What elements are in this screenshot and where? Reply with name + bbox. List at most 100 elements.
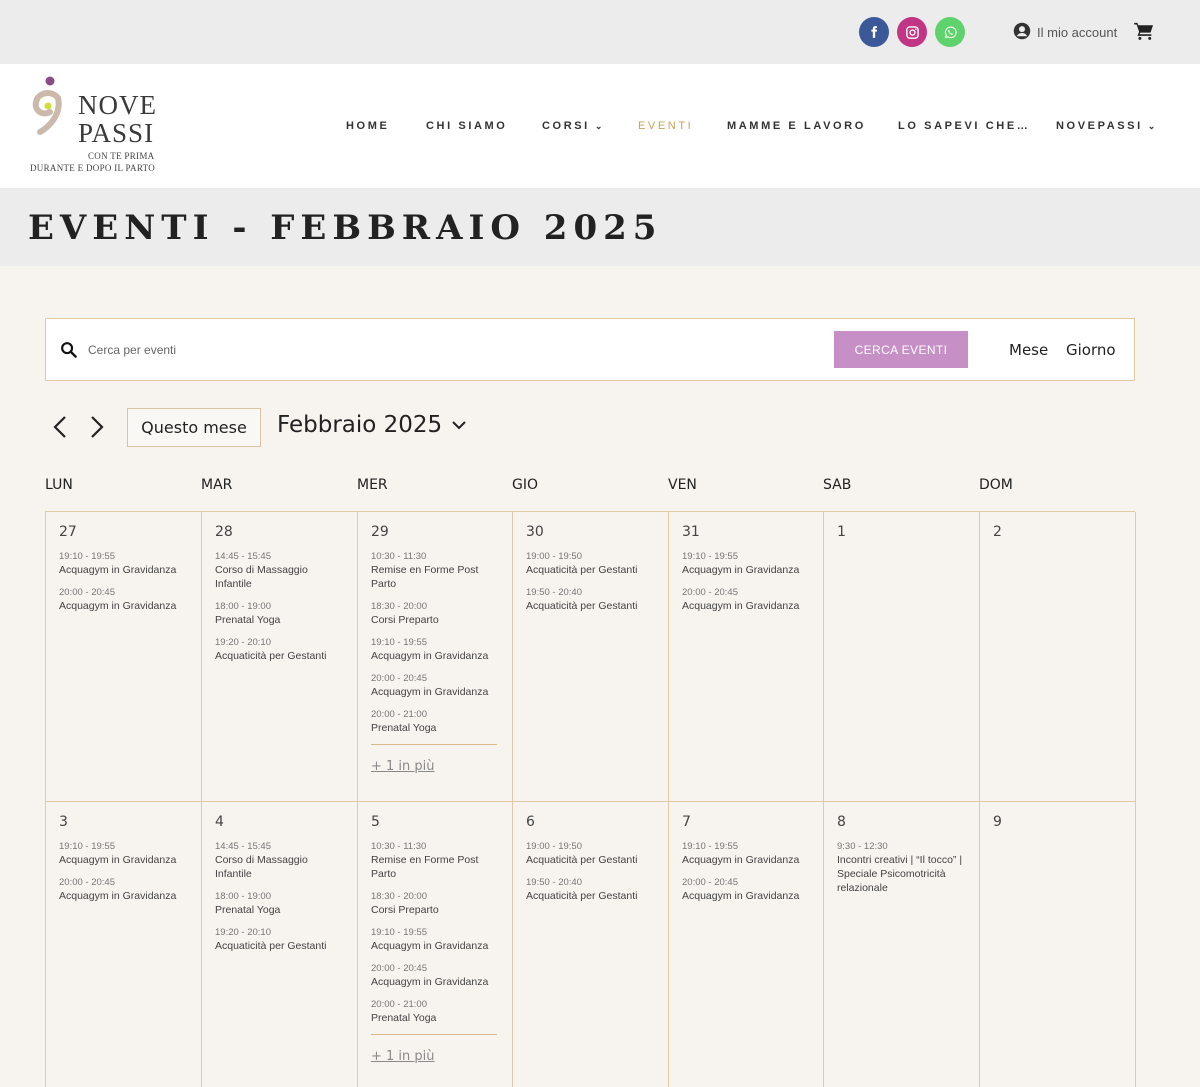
calendar-day-cell[interactable]: 2 — [980, 512, 1136, 802]
calendar-day-cell[interactable]: 28 14:45 - 15:45 Corso di Massaggio Infant… — [202, 512, 358, 802]
calendar-event[interactable]: 18:30 - 20:00 Corsi Preparto — [371, 600, 499, 627]
calendar-day-cell[interactable]: 3 19:10 - 19:55 Acquagym in Gravidanza 20:0… — [46, 802, 202, 1087]
more-events-link[interactable]: + 1 in più — [371, 1049, 435, 1064]
event-title[interactable]: Acquaticità per Gestanti — [215, 939, 344, 953]
event-title[interactable]: Acquagym in Gravidanza — [682, 889, 810, 903]
nav-lo-sapevi-che[interactable]: LO SAPEVI CHE… — [898, 120, 1030, 132]
calendar-event[interactable]: 19:10 - 19:55 Acquagym in Gravidanza — [682, 840, 810, 867]
event-title[interactable]: Acquagym in Gravidanza — [59, 599, 188, 613]
calendar-event[interactable]: 18:00 - 19:00 Prenatal Yoga — [215, 600, 344, 627]
event-title[interactable]: Acquagym in Gravidanza — [371, 685, 499, 699]
calendar-day-cell[interactable]: 4 14:45 - 15:45 Corso di Massaggio Infanti… — [202, 802, 358, 1087]
event-title[interactable]: Acquagym in Gravidanza — [371, 939, 499, 953]
event-title[interactable]: Remise en Forme Post Parto — [371, 563, 499, 591]
event-title[interactable]: Acquagym in Gravidanza — [59, 563, 188, 577]
event-title[interactable]: Acquaticità per Gestanti — [526, 599, 655, 613]
nav-novepassi[interactable]: NOVEPASSI ⌄ — [1056, 120, 1155, 132]
calendar-event[interactable]: 18:00 - 19:00 Prenatal Yoga — [215, 890, 344, 917]
nav-mamme-e-lavoro[interactable]: MAMME E LAVORO — [727, 120, 866, 132]
event-title[interactable]: Acquagym in Gravidanza — [371, 649, 499, 663]
my-account-link[interactable]: Il mio account — [1013, 22, 1117, 43]
site-logo[interactable]: NOVE PASSI CON TE PRIMA DURANTE E DOPO I… — [28, 76, 168, 176]
day-number: 3 — [59, 814, 68, 830]
event-title[interactable]: Corsi Preparto — [371, 903, 499, 917]
calendar-day-cell[interactable]: 31 19:10 - 19:55 Acquagym in Gravidanza 20:… — [669, 512, 824, 802]
calendar-day-cell[interactable]: 7 19:10 - 19:55 Acquagym in Gravidanza 20:0… — [669, 802, 824, 1087]
day-number: 8 — [837, 814, 846, 830]
calendar-event[interactable]: 20:00 - 20:45 Acquagym in Gravidanza — [371, 962, 499, 989]
calendar-event[interactable]: 19:10 - 19:55 Acquagym in Gravidanza — [682, 550, 810, 577]
event-title[interactable]: Prenatal Yoga — [215, 903, 344, 917]
event-title[interactable]: Prenatal Yoga — [371, 1011, 499, 1025]
calendar-event[interactable]: 19:10 - 19:55 Acquagym in Gravidanza — [371, 926, 499, 953]
calendar-event[interactable]: 20:00 - 21:00 Prenatal Yoga — [371, 998, 499, 1025]
instagram-icon[interactable] — [897, 17, 927, 47]
event-title[interactable]: Prenatal Yoga — [215, 613, 344, 627]
whatsapp-icon[interactable] — [935, 17, 965, 47]
calendar-event[interactable]: 20:00 - 20:45 Acquagym in Gravidanza — [682, 876, 810, 903]
event-title[interactable]: Acquagym in Gravidanza — [59, 889, 188, 903]
calendar-event[interactable]: 20:00 - 21:00 Prenatal Yoga — [371, 708, 499, 735]
event-title[interactable]: Corsi Preparto — [371, 613, 499, 627]
view-day-link[interactable]: Giorno — [1066, 341, 1116, 359]
event-time: 20:00 - 21:00 — [371, 709, 427, 720]
event-title[interactable]: Acquagym in Gravidanza — [59, 853, 188, 867]
calendar-event[interactable]: 19:10 - 19:55 Acquagym in Gravidanza — [371, 636, 499, 663]
previous-month-button[interactable] — [47, 414, 73, 440]
calendar-event[interactable]: 20:00 - 20:45 Acquagym in Gravidanza — [59, 586, 188, 613]
calendar-event[interactable]: 10:30 - 11:30 Remise en Forme Post Parto — [371, 840, 499, 881]
calendar-event[interactable]: 19:00 - 19:50 Acquaticità per Gestanti — [526, 840, 655, 867]
calendar-event[interactable]: 19:10 - 19:55 Acquagym in Gravidanza — [59, 550, 188, 577]
nav-chi-siamo[interactable]: CHI SIAMO — [426, 120, 507, 132]
event-title[interactable]: Acquaticità per Gestanti — [215, 649, 344, 663]
calendar-day-cell[interactable]: 9 — [980, 802, 1136, 1087]
calendar-event[interactable]: 20:00 - 20:45 Acquagym in Gravidanza — [59, 876, 188, 903]
calendar-event[interactable]: 14:45 - 15:45 Corso di Massaggio Infantil… — [215, 840, 344, 881]
calendar-event[interactable]: 9:30 - 12:30 Incontri creativi | “Il tocc… — [837, 840, 966, 895]
search-input[interactable] — [88, 337, 788, 363]
calendar-event[interactable]: 19:50 - 20:40 Acquaticità per Gestanti — [526, 876, 655, 903]
event-time: 19:10 - 19:55 — [682, 551, 738, 562]
calendar-event[interactable]: 19:00 - 19:50 Acquaticità per Gestanti — [526, 550, 655, 577]
nav-home[interactable]: HOME — [346, 120, 389, 132]
month-picker[interactable]: Febbraio 2025 — [277, 412, 466, 438]
calendar-event[interactable]: 18:30 - 20:00 Corsi Preparto — [371, 890, 499, 917]
event-title[interactable]: Acquagym in Gravidanza — [682, 563, 810, 577]
event-title[interactable]: Acquaticità per Gestanti — [526, 853, 655, 867]
event-title[interactable]: Acquaticità per Gestanti — [526, 889, 655, 903]
this-month-button[interactable]: Questo mese — [127, 408, 261, 447]
more-events-link[interactable]: + 1 in più — [371, 759, 435, 774]
nav-corsi[interactable]: CORSI ⌄ — [542, 120, 602, 132]
calendar-event[interactable]: 19:20 - 20:10 Acquaticità per Gestanti — [215, 926, 344, 953]
event-title[interactable]: Acquagym in Gravidanza — [682, 853, 810, 867]
calendar-event[interactable]: 20:00 - 20:45 Acquagym in Gravidanza — [371, 672, 499, 699]
facebook-icon[interactable] — [859, 17, 889, 47]
next-month-button[interactable] — [84, 414, 110, 440]
calendar-day-cell[interactable]: 6 19:00 - 19:50 Acquaticità per Gestanti 19… — [513, 802, 669, 1087]
calendar-day-cell[interactable]: 5 10:30 - 11:30 Remise en Forme Post Parto… — [358, 802, 513, 1087]
nav-eventi[interactable]: EVENTI — [638, 120, 693, 132]
calendar-day-cell[interactable]: 1 — [824, 512, 980, 802]
calendar-day-cell[interactable]: 27 19:10 - 19:55 Acquagym in Gravidanza 20:… — [46, 512, 202, 802]
calendar-event[interactable]: 19:10 - 19:55 Acquagym in Gravidanza — [59, 840, 188, 867]
calendar-event[interactable]: 10:30 - 11:30 Remise en Forme Post Parto — [371, 550, 499, 591]
calendar-event[interactable]: 20:00 - 20:45 Acquagym in Gravidanza — [682, 586, 810, 613]
event-title[interactable]: Remise en Forme Post Parto — [371, 853, 499, 881]
event-title[interactable]: Incontri creativi | “Il tocco” | Special… — [837, 853, 966, 895]
calendar-event[interactable]: 19:20 - 20:10 Acquaticità per Gestanti — [215, 636, 344, 663]
calendar-day-cell[interactable]: 8 9:30 - 12:30 Incontri creativi | “Il toc… — [824, 802, 980, 1087]
event-title[interactable]: Acquagym in Gravidanza — [682, 599, 810, 613]
event-title[interactable]: Prenatal Yoga — [371, 721, 499, 735]
event-title[interactable]: Acquaticità per Gestanti — [526, 563, 655, 577]
calendar-day-cell[interactable]: 30 19:00 - 19:50 Acquaticità per Gestanti 1… — [513, 512, 669, 802]
calendar-day-cell[interactable]: 29 10:30 - 11:30 Remise en Forme Post Part… — [358, 512, 513, 802]
event-time: 20:00 - 21:00 — [371, 999, 427, 1010]
event-title[interactable]: Corso di Massaggio Infantile — [215, 563, 344, 591]
calendar-event[interactable]: 14:45 - 15:45 Corso di Massaggio Infantil… — [215, 550, 344, 591]
search-events-button[interactable]: CERCA EVENTI — [834, 331, 968, 368]
calendar-event[interactable]: 19:50 - 20:40 Acquaticità per Gestanti — [526, 586, 655, 613]
view-month-link[interactable]: Mese — [1009, 341, 1048, 359]
event-title[interactable]: Acquagym in Gravidanza — [371, 975, 499, 989]
event-title[interactable]: Corso di Massaggio Infantile — [215, 853, 344, 881]
cart-icon[interactable] — [1134, 22, 1154, 45]
